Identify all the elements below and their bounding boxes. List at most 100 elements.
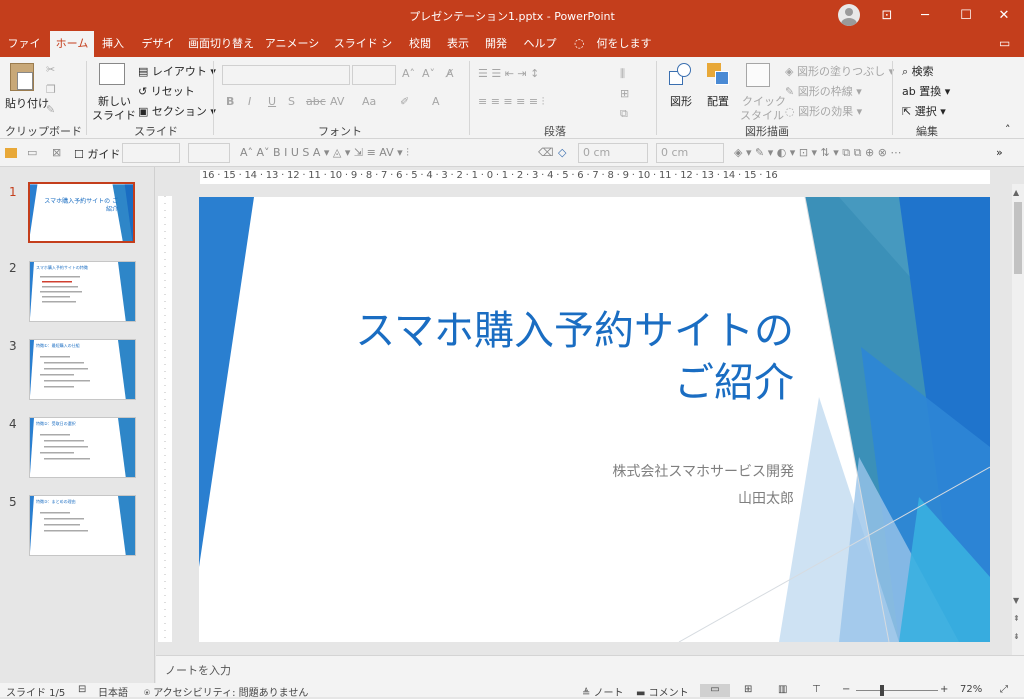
tell-me-search[interactable]: 何をしますか: [594, 31, 654, 76]
font-shrink-icon[interactable]: A˅: [422, 67, 435, 80]
text-direction-icon[interactable]: ⫼: [620, 67, 625, 81]
section-button[interactable]: ▣ セクション ▾: [138, 103, 216, 119]
vertical-scrollbar[interactable]: ▲ ▼ ⇞ ⇟: [1012, 184, 1024, 655]
cut-icon[interactable]: ✂: [46, 63, 55, 76]
slide-canvas[interactable]: スマホ購入予約サイトの ご紹介 株式会社スマホサービス開発 山田太郎: [199, 197, 990, 642]
eraser-icon[interactable]: ⌫: [538, 146, 554, 159]
reset-button[interactable]: ↺ リセット: [138, 83, 195, 99]
next-slide-icon[interactable]: ⇟: [1013, 632, 1020, 641]
ruler-labels: 16 · 15 · 14 · 13 · 12 · 11 · 10 · 9 · 8…: [202, 170, 778, 181]
slide-thumbnail-5[interactable]: 特徴③：まとめの理由: [29, 495, 136, 556]
shape-effects-button[interactable]: ◌ 図形の効果 ▾: [785, 103, 862, 119]
slide-subtitle-line-2: 山田太郎: [738, 491, 794, 507]
normal-view-icon[interactable]: ▭: [700, 684, 730, 697]
clear-format-icon[interactable]: A̸: [446, 67, 454, 80]
gridlines-icon[interactable]: ▭: [27, 146, 37, 159]
horizontal-ruler: 16 · 15 · 14 · 13 · 12 · 11 · 10 · 9 · 8…: [200, 170, 990, 184]
new-slide-label-2[interactable]: スライド: [92, 107, 136, 123]
close-button[interactable]: ✕: [984, 0, 1024, 31]
collapse-ribbon-icon[interactable]: ˄: [1005, 123, 1011, 136]
bold-icon[interactable]: B: [226, 95, 234, 108]
arrange-button[interactable]: 配置: [707, 93, 729, 109]
width-field[interactable]: 0 cm: [578, 143, 648, 163]
close-box-icon[interactable]: ⊠: [52, 146, 61, 159]
zoom-slider-thumb[interactable]: [880, 685, 884, 696]
reading-view-icon[interactable]: ▥: [778, 684, 787, 695]
zoom-level[interactable]: 72%: [960, 684, 982, 695]
italic-icon[interactable]: I: [248, 95, 251, 108]
find-button[interactable]: ⌕ 検索: [902, 63, 934, 79]
thumb-2-art: [30, 262, 135, 321]
height-field[interactable]: 0 cm: [656, 143, 724, 163]
quick-styles-label-2[interactable]: スタイル: [740, 107, 784, 123]
highlight-icon[interactable]: ✐: [400, 95, 409, 108]
strikethrough-icon[interactable]: abc: [306, 95, 326, 108]
font-size-dropdown[interactable]: [352, 65, 396, 85]
tab-help[interactable]: ヘルプ: [522, 31, 558, 57]
font-name-dropdown[interactable]: [222, 65, 350, 85]
zoom-in-icon[interactable]: +: [940, 684, 948, 695]
slide-sorter-icon[interactable]: ⊞: [744, 684, 752, 695]
select-button[interactable]: ⇱ 選択 ▾: [902, 103, 946, 119]
qat-format-icons[interactable]: A˄ A˅ B I U S A ▾ ◬ ▾ ⇲ ≡ AV ▾ ⫶: [240, 146, 409, 160]
editing-label: 編集: [916, 125, 938, 138]
qat-shape-icons[interactable]: ◈ ▾ ✎ ▾ ◐ ▾ ⊡ ▾ ⇅ ▾ ⧉ ⧉ ⊕ ⊗ ⋯: [734, 146, 901, 160]
copy-icon[interactable]: ❐: [46, 83, 56, 96]
tab-review[interactable]: 校閲: [406, 31, 434, 57]
smartart-icon[interactable]: ⧉: [620, 107, 628, 121]
fit-slide-icon[interactable]: ⤢: [1000, 684, 1008, 695]
ribbon-display-button[interactable]: ⊡: [867, 0, 907, 31]
shapes-button[interactable]: 図形: [670, 93, 692, 109]
slide-thumbnail-3[interactable]: 特徴①：最短購入の仕組: [29, 339, 136, 400]
tab-transitions[interactable]: 画面切り替え: [187, 31, 255, 57]
thumb-number: 1: [9, 185, 17, 199]
font-grow-icon[interactable]: A˄: [402, 67, 415, 80]
guide-checkbox[interactable]: ☐ ガイド: [74, 146, 120, 162]
align-text-icon[interactable]: ⊞: [620, 87, 629, 100]
zoom-slider[interactable]: [856, 690, 938, 691]
qat-font-dropdown[interactable]: [122, 143, 180, 163]
shape-fill-button[interactable]: ◈ 図形の塗りつぶし ▾: [785, 63, 894, 79]
slide-thumbnail-1[interactable]: スマホ購入予約サイトの ご紹介: [28, 182, 135, 243]
slide-thumbnail-4[interactable]: 特徴②：受取日の選択: [29, 417, 136, 478]
tab-home[interactable]: ホーム: [50, 31, 94, 57]
slide-thumbnail-2[interactable]: スマホ購入予約サイトの特徴: [29, 261, 136, 322]
slide-title[interactable]: スマホ購入予約サイトの ご紹介: [355, 305, 794, 409]
char-spacing-icon[interactable]: AV: [330, 95, 344, 108]
folder-icon[interactable]: [5, 148, 17, 158]
paste-button[interactable]: 貼り付け: [5, 95, 49, 111]
zoom-out-icon[interactable]: −: [842, 684, 850, 695]
tab-animations[interactable]: アニメーション: [262, 31, 322, 76]
tab-view[interactable]: 表示: [444, 31, 472, 57]
shape-outline-button[interactable]: ✎ 図形の枠線 ▾: [785, 83, 862, 99]
replace-button[interactable]: ab 置換 ▾: [902, 83, 950, 99]
tab-file[interactable]: ファイル: [4, 31, 44, 76]
qat-size-dropdown[interactable]: [188, 143, 230, 163]
format-painter-icon[interactable]: ✎: [46, 103, 55, 116]
spellcheck-icon[interactable]: ⊟: [78, 684, 86, 695]
prev-slide-icon[interactable]: ⇞: [1013, 614, 1020, 623]
align-icons[interactable]: ≡ ≡ ≡ ≡ ≡ ⫶: [478, 95, 544, 109]
qat-more-icon[interactable]: »: [996, 146, 1003, 159]
scrollbar-thumb[interactable]: [1014, 202, 1022, 274]
tab-slideshow[interactable]: スライド ショー: [330, 31, 396, 76]
change-case-icon[interactable]: Aa: [362, 95, 376, 108]
minimize-button[interactable]: ─: [905, 0, 945, 31]
vertical-ruler: [158, 196, 172, 642]
font-color-icon[interactable]: A: [432, 95, 440, 108]
layout-button[interactable]: ▤ レイアウト ▾: [138, 63, 216, 79]
tab-insert[interactable]: 挿入: [98, 31, 128, 57]
avatar[interactable]: [838, 4, 860, 26]
bullets-icon[interactable]: ☰ ☰ ⇤ ⇥ ↕: [478, 67, 539, 80]
underline-icon[interactable]: U: [268, 95, 276, 108]
tab-developer[interactable]: 開発: [482, 31, 510, 57]
slideshow-view-icon[interactable]: ⊤: [812, 684, 821, 695]
comment-icon[interactable]: ▭: [999, 36, 1010, 50]
shape-icon[interactable]: ◇: [558, 146, 566, 159]
tab-design[interactable]: デザイン: [137, 31, 179, 76]
notes-placeholder[interactable]: ノートを入力: [165, 662, 231, 678]
slide-subtitle[interactable]: 株式会社スマホサービス開発 山田太郎: [612, 459, 794, 513]
shadow-icon[interactable]: S: [288, 95, 295, 108]
notes-pane[interactable]: ノートを入力: [156, 655, 1024, 683]
maximize-button[interactable]: ☐: [946, 0, 986, 31]
